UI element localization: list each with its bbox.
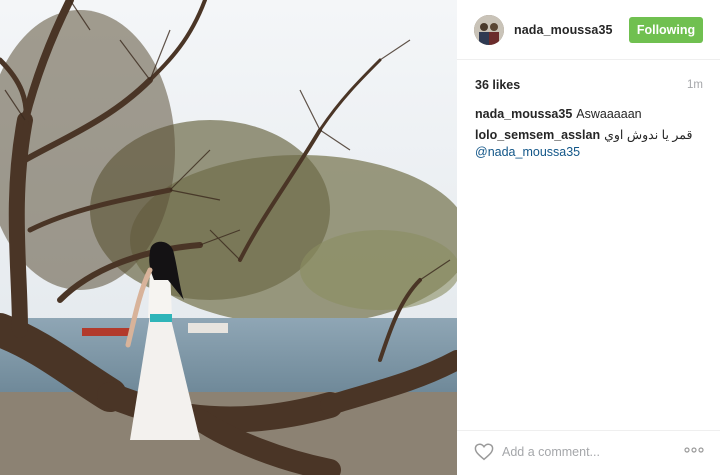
- following-button[interactable]: Following: [629, 17, 703, 43]
- add-comment-input[interactable]: [502, 444, 672, 460]
- comment-text: قمر يا ندوش اوي: [604, 128, 693, 142]
- comment-mention-link[interactable]: @nada_moussa35: [475, 144, 705, 161]
- more-options-icon[interactable]: [683, 443, 705, 457]
- post-header: nada_moussa35 Following: [457, 0, 720, 60]
- comment-text: Aswaaaaan: [576, 107, 642, 121]
- avatar[interactable]: [474, 15, 504, 45]
- post-author-username[interactable]: nada_moussa35: [514, 23, 613, 37]
- post-timestamp[interactable]: 1m: [687, 79, 703, 91]
- post-photo[interactable]: [0, 0, 457, 475]
- comments-list: nada_moussa35 Aswaaaaan lolo_semsem_assla…: [475, 106, 705, 165]
- comment-username[interactable]: lolo_semsem_asslan: [475, 128, 600, 142]
- comment-item: lolo_semsem_asslan قمر يا ندوش اوي @nada_…: [475, 127, 705, 161]
- post-footer: [457, 430, 720, 475]
- post-sidebar: nada_moussa35 Following 36 likes 1m nada…: [457, 0, 720, 475]
- heart-icon[interactable]: [474, 443, 494, 461]
- comment-item: nada_moussa35 Aswaaaaan: [475, 106, 705, 123]
- likes-count[interactable]: 36 likes: [475, 78, 520, 92]
- post-stats: 36 likes 1m: [475, 78, 703, 96]
- comment-username[interactable]: nada_moussa35: [475, 107, 572, 121]
